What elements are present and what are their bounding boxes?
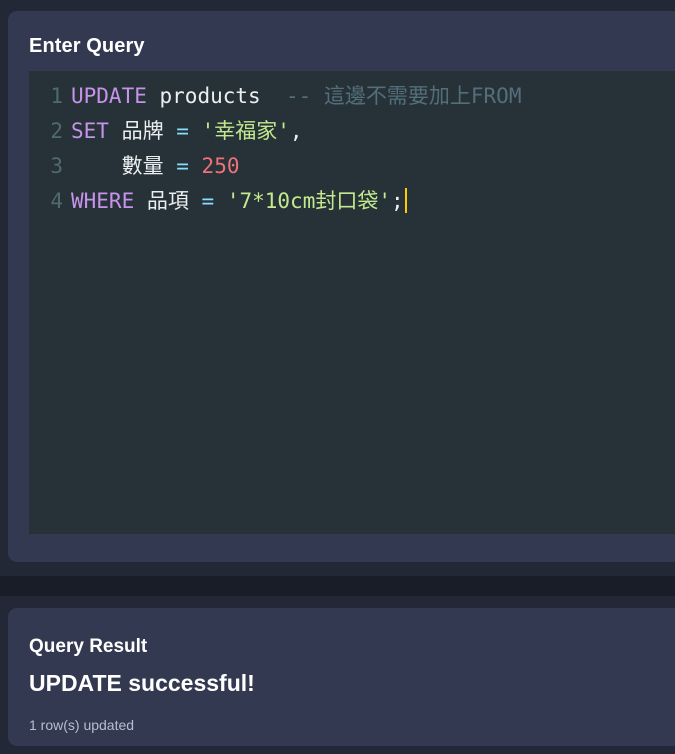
code-token-ident: 品項 (146, 189, 189, 213)
code-token-punc (147, 84, 160, 108)
page-title: Enter Query (29, 35, 145, 57)
line-number: 1 (50, 84, 63, 108)
code-token-kw: SET (71, 119, 109, 143)
app-root: Enter Query 1 UPDATE products -- 這邊不需要加上F… (0, 0, 675, 754)
code-token-punc (214, 189, 227, 213)
code-token-kw: UPDATE (71, 84, 147, 108)
code-token-kw: WHERE (71, 189, 135, 213)
line-number: 3 (50, 154, 63, 178)
query-result-detail: 1 row(s) updated (29, 717, 135, 733)
code-token-punc (261, 84, 286, 108)
query-result-panel: Query Result UPDATE successful! 1 row(s)… (8, 608, 675, 746)
sql-code-area[interactable]: 1 UPDATE products -- 這邊不需要加上FROM 2 SET 品牌 =… (29, 79, 675, 219)
code-token-ident: 數量 (121, 154, 164, 178)
sql-editor[interactable]: 1 UPDATE products -- 這邊不需要加上FROM 2 SET 品牌 =… (29, 71, 675, 534)
code-token-punc (109, 119, 122, 143)
code-token-punc: , (289, 119, 303, 143)
query-result-title: Query Result (29, 636, 148, 657)
code-token-op: = (201, 189, 215, 213)
code-line[interactable]: 2 SET 品牌 = '幸福家', (29, 114, 675, 149)
code-token-punc (164, 154, 177, 178)
code-line[interactable]: 3 數量 = 250 (29, 149, 675, 184)
code-token-punc (189, 119, 202, 143)
code-token-str: '幸福家' (201, 119, 290, 143)
text-cursor (404, 188, 407, 213)
code-token-punc (134, 189, 147, 213)
query-result-message: UPDATE successful! (29, 670, 255, 696)
code-line[interactable]: 1 UPDATE products -- 這邊不需要加上FROM (29, 79, 675, 114)
code-token-punc: ; (391, 189, 404, 213)
code-token-punc (189, 154, 202, 178)
code-token-op: = (176, 154, 189, 178)
query-panel: Enter Query 1 UPDATE products -- 這邊不需要加上F… (8, 11, 675, 562)
code-token-op: = (176, 119, 189, 143)
code-token-punc (71, 154, 122, 178)
code-token-ident: 品牌 (121, 119, 164, 143)
code-token-str: '7*10cm封口袋' (226, 189, 391, 213)
code-line[interactable]: 4 WHERE 品項 = '7*10cm封口袋'; (29, 184, 675, 219)
code-token-ident: products (159, 84, 261, 108)
section-divider (0, 576, 675, 596)
line-number: 2 (50, 119, 63, 143)
code-token-num: 250 (201, 154, 240, 178)
code-token-punc (164, 119, 177, 143)
line-number: 4 (50, 189, 63, 213)
code-token-punc (189, 189, 202, 213)
code-token-comment: -- 這邊不需要加上FROM (285, 84, 522, 108)
